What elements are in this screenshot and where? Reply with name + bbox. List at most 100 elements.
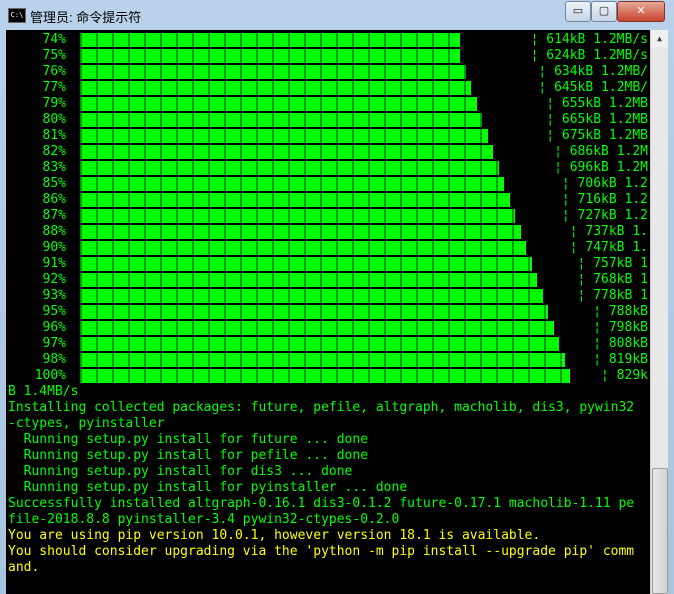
progress-bar-segment	[416, 337, 432, 351]
progress-bar-segment	[400, 65, 416, 79]
progress-bar-segment	[240, 353, 256, 367]
progress-bar-segment	[384, 305, 400, 319]
progress-bar-segment	[144, 257, 160, 271]
progress-bar-segment	[176, 257, 192, 271]
progress-bar-segment	[272, 33, 288, 47]
progress-bar-segment	[368, 241, 384, 255]
progress-bar-segment	[528, 337, 544, 351]
progress-bar-segment	[272, 241, 288, 255]
progress-bar-segment	[336, 49, 352, 63]
maximize-button[interactable]: ▢	[591, 1, 617, 22]
title-bar[interactable]: C:\ 管理员: 命令提示符 ▭ ▢ ✕	[0, 0, 674, 30]
progress-bar-segment	[240, 241, 256, 255]
progress-bar-segment	[528, 257, 532, 271]
close-button[interactable]: ✕	[617, 1, 665, 22]
console-output[interactable]: 74% ¦ 614kB 1.2MB/s 75% ¦ 624kB 1.2MB/s 76% ¦…	[6, 30, 650, 594]
progress-bar-segment	[480, 321, 496, 335]
progress-bar-segment	[544, 353, 560, 367]
progress-stats: ¦ 706kB 1.2	[561, 176, 648, 191]
progress-bar-segment	[176, 241, 192, 255]
progress-bar-segment	[272, 321, 288, 335]
scrollbar-thumb[interactable]	[652, 468, 668, 594]
progress-bar-segment	[80, 81, 96, 95]
progress-bar-segment	[288, 193, 304, 207]
progress-bar-segment	[256, 305, 272, 319]
progress-bar	[80, 289, 543, 303]
progress-bar-segment	[112, 129, 128, 143]
progress-bar-segment	[368, 209, 384, 223]
vertical-scrollbar[interactable]: ▲	[650, 30, 668, 594]
progress-bar-segment	[432, 225, 448, 239]
progress-bar-segment	[448, 241, 464, 255]
progress-bar-segment	[400, 225, 416, 239]
progress-bar-segment	[112, 193, 128, 207]
progress-bar-segment	[192, 273, 208, 287]
progress-bar-segment	[208, 193, 224, 207]
progress-bar-segment	[416, 49, 432, 63]
progress-bar-segment	[80, 289, 96, 303]
progress-bar-segment	[352, 337, 368, 351]
progress-bar-segment	[320, 161, 336, 175]
minimize-button[interactable]: ▭	[565, 1, 591, 22]
progress-bar-segment	[256, 177, 272, 191]
progress-bar-segment	[80, 241, 96, 255]
progress-bar-segment	[128, 209, 144, 223]
progress-bar-segment	[368, 337, 384, 351]
progress-bar-segment	[480, 145, 493, 159]
progress-bar-segment	[320, 97, 336, 111]
progress-bar	[80, 209, 515, 223]
progress-bar-segment	[400, 49, 416, 63]
progress-bar-segment	[560, 353, 565, 367]
progress-bar-segment	[240, 289, 256, 303]
progress-bar-segment	[400, 257, 416, 271]
progress-bar-segment	[352, 97, 368, 111]
progress-bar-segment	[368, 225, 384, 239]
progress-bar-segment	[224, 273, 240, 287]
progress-bar-segment	[208, 257, 224, 271]
progress-bar-segment	[400, 289, 416, 303]
progress-bar-segment	[96, 65, 112, 79]
progress-bar-segment	[288, 321, 304, 335]
progress-bar-segment	[464, 305, 480, 319]
progress-bar-segment	[352, 33, 368, 47]
progress-bar-segment	[432, 337, 448, 351]
progress-bar-segment	[128, 225, 144, 239]
progress-bar-segment	[144, 305, 160, 319]
progress-bar-segment	[352, 65, 368, 79]
progress-bar-segment	[224, 353, 240, 367]
progress-bar-segment	[288, 177, 304, 191]
progress-bar-segment	[96, 305, 112, 319]
progress-bar-segment	[544, 369, 560, 383]
progress-bar-segment	[464, 145, 480, 159]
progress-bar-segment	[304, 369, 320, 383]
scroll-up-arrow-icon[interactable]: ▲	[651, 30, 668, 47]
progress-bar-segment	[208, 33, 224, 47]
progress-bar-segment	[320, 129, 336, 143]
progress-bar-segment	[496, 257, 512, 271]
progress-bar	[80, 241, 526, 255]
progress-bar-segment	[96, 113, 112, 127]
progress-bar-segment	[256, 33, 272, 47]
progress-bar-segment	[96, 129, 112, 143]
progress-bar-segment	[128, 337, 144, 351]
cmd-app-icon[interactable]: C:\	[8, 8, 26, 23]
progress-bar-segment	[416, 305, 432, 319]
progress-bar-segment	[160, 113, 176, 127]
progress-bar	[80, 177, 504, 191]
progress-stats: ¦ 727kB 1.2	[561, 208, 648, 223]
progress-bar-segment	[416, 257, 432, 271]
progress-bar	[80, 49, 460, 63]
progress-percent: 88%	[42, 224, 66, 239]
progress-bar-segment	[256, 129, 272, 143]
progress-bar-segment	[416, 177, 432, 191]
progress-bar	[80, 273, 537, 287]
progress-bar-segment	[176, 209, 192, 223]
progress-bar-segment	[160, 33, 176, 47]
progress-bar-segment	[208, 369, 224, 383]
progress-bar-segment	[400, 369, 416, 383]
progress-bar-segment	[96, 369, 112, 383]
progress-bar-segment	[464, 337, 480, 351]
progress-bar	[80, 97, 477, 111]
progress-bar-segment	[80, 145, 96, 159]
progress-stats: ¦ 819kB	[593, 352, 648, 367]
